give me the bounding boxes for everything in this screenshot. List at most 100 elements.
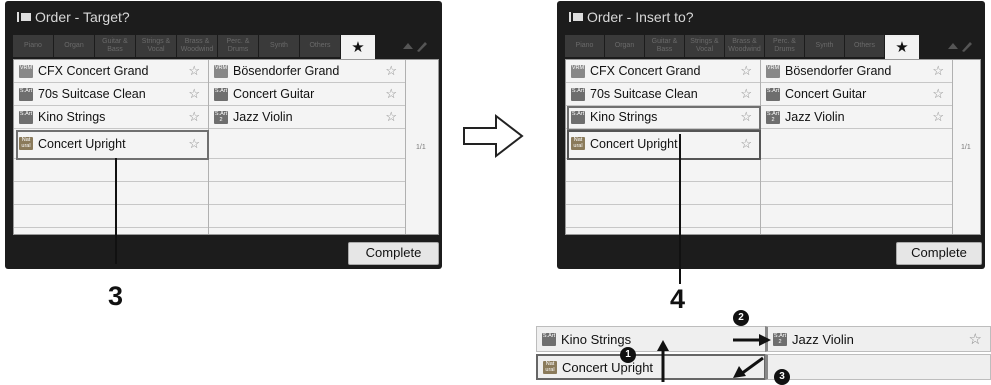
tab-piano[interactable]: Piano [13,35,53,57]
complete-button[interactable]: Complete [896,242,982,265]
empty-row [566,182,760,205]
voice-name: 70s Suitcase Clean [38,87,146,101]
selection-highlight [567,130,761,160]
star-icon[interactable]: ☆ [385,109,397,125]
step-2-badge: 2 [733,310,749,326]
voice-name: 70s Suitcase Clean [590,87,698,101]
empty-row [566,159,760,182]
sart-badge: S.Art [571,87,585,101]
tab-others[interactable]: Others [845,35,884,57]
zoom-detail: S.Art Kino Strings S.Art 2 Jazz Violin ☆… [533,310,991,385]
tab-synth[interactable]: Synth [259,35,299,57]
tab-perc-drums[interactable]: Perc. & Drums [765,35,804,57]
title-text: Order - Insert to? [587,9,694,25]
page-indicator: 1/1 [961,144,971,151]
sart-badge: S.Art 2 [766,110,780,124]
edit-icon[interactable] [400,39,430,55]
sart-badge: S.Art [214,87,228,101]
callout-line [115,158,117,264]
list-item[interactable]: VRM Bösendorfer Grand ☆ [761,60,952,83]
star-icon[interactable]: ☆ [932,86,944,102]
step-arrows [657,334,771,382]
list-item[interactable]: VRM Bösendorfer Grand ☆ [209,60,405,83]
category-tabs: Piano Organ Guitar & Bass Strings & Voca… [13,35,375,59]
empty-row [761,159,952,182]
vrm-badge: VRM [766,64,780,78]
star-icon[interactable]: ☆ [188,86,200,102]
sart-badge: S.Art 2 [214,110,228,124]
sart-badge: S.Art [766,87,780,101]
star-icon[interactable]: ☆ [188,63,200,79]
screen-title: Order - Target? [17,9,130,26]
list-item[interactable]: VRM CFX Concert Grand ☆ [14,60,208,83]
list-item[interactable]: S.Art 2 Jazz Violin ☆ [761,106,952,129]
callout-line [679,134,681,284]
insert-target-highlight [567,106,761,131]
tab-others[interactable]: Others [300,35,340,57]
vrm-badge: VRM [214,64,228,78]
vrm-badge: VRM [571,64,585,78]
voice-name: CFX Concert Grand [590,64,701,78]
star-icon[interactable]: ☆ [932,63,944,79]
empty-row [209,182,405,205]
empty-row [14,159,208,182]
tab-guitar-bass[interactable]: Guitar & Bass [645,35,684,57]
callout-number: 3 [108,281,124,311]
list-item[interactable]: S.Art Concert Guitar ☆ [761,83,952,106]
tab-synth[interactable]: Synth [805,35,844,57]
star-icon[interactable]: ☆ [740,63,752,79]
order-icon [569,10,583,26]
tab-brass-woodwind[interactable]: Brass & Woodwind [177,35,217,57]
empty-row [14,205,208,228]
star-icon[interactable]: ☆ [932,109,944,125]
voice-name: CFX Concert Grand [38,64,149,78]
tab-guitar-bass[interactable]: Guitar & Bass [95,35,135,57]
empty-row [14,182,208,205]
tab-organ[interactable]: Organ [605,35,644,57]
tab-strings-vocal[interactable]: Strings & Vocal [685,35,724,57]
tab-favorite[interactable]: ★ [885,35,919,59]
empty-row [209,205,405,228]
empty-row [209,159,405,182]
sart-badge: S.Art [19,87,33,101]
star-icon[interactable]: ☆ [740,86,752,102]
empty-row [761,129,952,159]
right-screen: Order - Insert to? Piano Organ Guitar & … [557,1,985,269]
left-screen: Order - Target? Piano Organ Guitar & Bas… [5,1,442,269]
tab-piano[interactable]: Piano [565,35,604,57]
complete-button[interactable]: Complete [348,242,439,265]
sart-badge: S.Art [19,110,33,124]
voice-list: VRM CFX Concert Grand ☆ S.Art 70s Suitca… [565,59,981,235]
voice-name: Concert Guitar [233,87,315,101]
tab-strings-vocal[interactable]: Strings & Vocal [136,35,176,57]
order-icon [17,10,31,26]
voice-name: Jazz Violin [233,110,293,124]
vrm-badge: VRM [19,64,33,78]
tab-perc-drums[interactable]: Perc. & Drums [218,35,258,57]
page-indicator: 1/1 [416,144,426,151]
next-arrow-icon [462,112,526,165]
list-item[interactable]: S.Art 2 Jazz Violin ☆ [209,106,405,129]
voice-list: VRM CFX Concert Grand ☆ S.Art 70s Suitca… [13,59,439,235]
voice-name: Jazz Violin [785,110,845,124]
selection-highlight [16,130,209,160]
star-icon[interactable]: ☆ [188,109,200,125]
empty-row [566,205,760,228]
tab-favorite[interactable]: ★ [341,35,375,59]
list-item[interactable]: VRM CFX Concert Grand ☆ [566,60,760,83]
list-item[interactable]: S.Art Concert Guitar ☆ [209,83,405,106]
list-item[interactable]: S.Art 70s Suitcase Clean ☆ [14,83,208,106]
voice-name: Bösendorfer Grand [785,64,892,78]
edit-icon[interactable] [945,39,975,55]
tab-organ[interactable]: Organ [54,35,94,57]
list-item[interactable]: S.Art 70s Suitcase Clean ☆ [566,83,760,106]
tab-brass-woodwind[interactable]: Brass & Woodwind [725,35,764,57]
screen-title: Order - Insert to? [569,9,694,26]
callout-number: 4 [670,284,686,314]
star-icon[interactable]: ☆ [385,63,397,79]
title-text: Order - Target? [35,9,130,25]
voice-name: Bösendorfer Grand [233,64,340,78]
step-1-badge: 1 [620,347,636,363]
list-item[interactable]: S.Art Kino Strings ☆ [14,106,208,129]
star-icon[interactable]: ☆ [385,86,397,102]
